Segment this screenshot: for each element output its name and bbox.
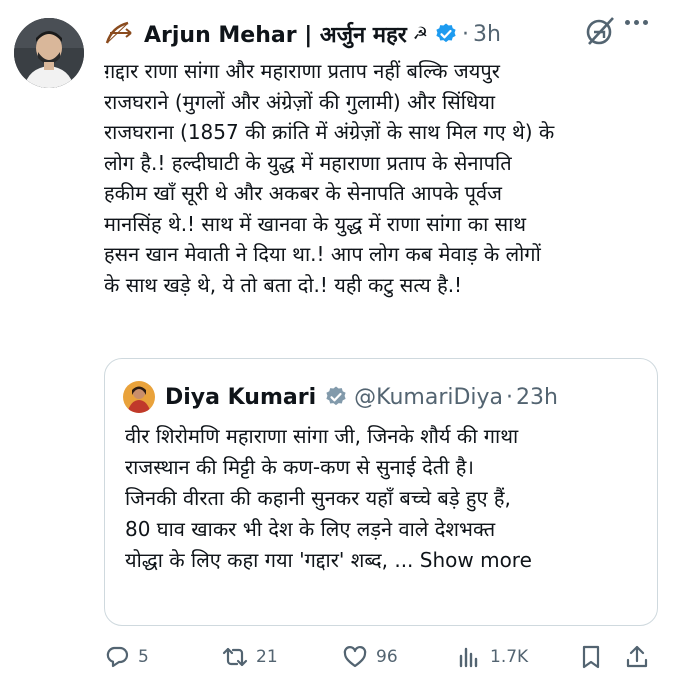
author-name[interactable]: Arjun Mehar | अर्जुन महर xyxy=(144,19,407,49)
views-icon xyxy=(459,647,478,668)
quoted-timestamp[interactable]: 23h xyxy=(516,385,558,410)
repost-button[interactable]: 21 xyxy=(222,644,278,670)
views-count: 1.7K xyxy=(490,647,529,667)
quoted-tweet-header: Diya Kumari @KumariDiya · 23h xyxy=(123,381,558,413)
header-separator: · xyxy=(462,21,470,47)
tweet-header: Arjun Mehar | अर्जुन महर ☭ · 3h xyxy=(104,12,501,56)
more-dot xyxy=(625,20,630,25)
reply-button[interactable]: 5 xyxy=(104,644,149,670)
more-dot xyxy=(643,20,648,25)
quoted-separator: · xyxy=(506,384,514,410)
tweet-text: ग़द्दार राणा सांगा और महाराणा प्रताप नही… xyxy=(104,59,555,297)
reply-count: 5 xyxy=(138,647,149,667)
reply-icon xyxy=(106,646,129,668)
views-button[interactable]: 1.7K xyxy=(456,644,528,670)
repost-count: 21 xyxy=(256,647,278,667)
quoted-avatar-photo xyxy=(123,381,155,413)
bookmark-icon[interactable] xyxy=(578,644,604,670)
archer-emblem-icon xyxy=(105,21,132,44)
quoted-author-handle[interactable]: @KumariDiya xyxy=(354,385,503,410)
verified-badge-icon[interactable] xyxy=(324,385,348,409)
action-bar: 5 21 96 1.7K xyxy=(104,636,664,676)
more-dot xyxy=(634,20,639,25)
quoted-author-name[interactable]: Diya Kumari xyxy=(165,385,316,410)
hammer-sickle-icon: ☭ xyxy=(412,24,429,44)
like-icon xyxy=(343,646,367,668)
verified-badge-icon[interactable] xyxy=(434,22,458,46)
like-count: 96 xyxy=(376,647,398,667)
avatar-photo xyxy=(14,18,84,88)
quoted-tweet-text: वीर शिरोमणि महाराणा सांगा जी, जिनके शौर्… xyxy=(125,421,650,576)
share-icon[interactable] xyxy=(624,644,650,670)
like-button[interactable]: 96 xyxy=(342,644,398,670)
tweet-timestamp[interactable]: 3h xyxy=(473,22,501,47)
quoted-author-avatar[interactable] xyxy=(123,381,155,413)
repost-icon xyxy=(222,647,248,667)
grok-icon[interactable] xyxy=(583,14,617,48)
author-avatar[interactable] xyxy=(14,18,84,88)
show-more-link[interactable]: Show more xyxy=(420,548,532,572)
quoted-tweet[interactable]: Diya Kumari @KumariDiya · 23h वीर शिरोमण… xyxy=(104,358,658,626)
more-icon[interactable] xyxy=(625,20,648,25)
